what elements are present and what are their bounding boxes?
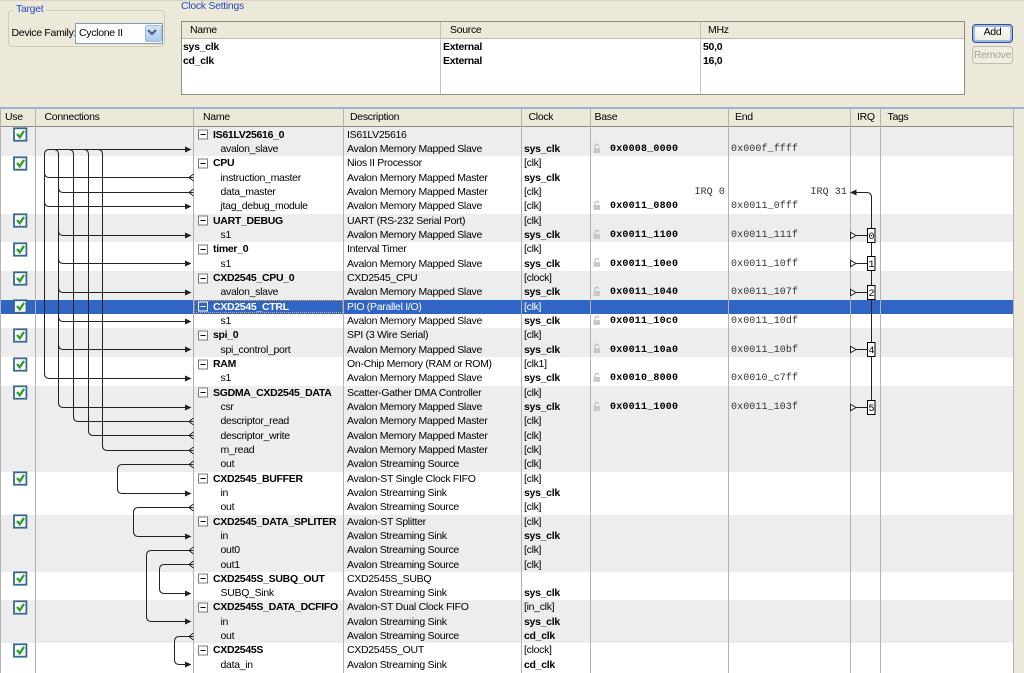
svg-text:4: 4	[868, 346, 874, 357]
svg-text:2: 2	[868, 289, 874, 300]
svg-text:5: 5	[868, 404, 874, 415]
svg-text:1: 1	[868, 260, 874, 271]
svg-text:0: 0	[868, 232, 874, 243]
